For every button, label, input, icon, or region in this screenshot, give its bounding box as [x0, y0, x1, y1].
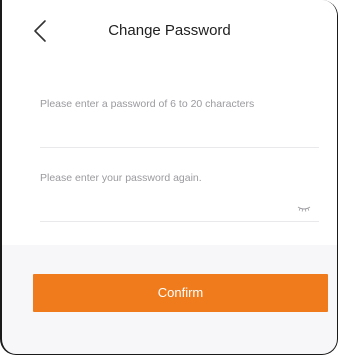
confirm-password-input[interactable] — [40, 172, 286, 184]
password-form — [2, 62, 337, 245]
confirm-password-field — [40, 164, 319, 222]
new-password-field — [40, 88, 319, 148]
confirm-button[interactable]: Confirm — [33, 274, 328, 312]
eye-closed-icon — [297, 206, 311, 212]
page-title: Change Password — [108, 22, 231, 39]
phone-screen: Change Password Confirm — [0, 0, 338, 355]
visibility-toggle[interactable] — [297, 200, 311, 212]
new-password-input[interactable] — [40, 98, 319, 110]
nav-header: Change Password — [2, 0, 337, 62]
